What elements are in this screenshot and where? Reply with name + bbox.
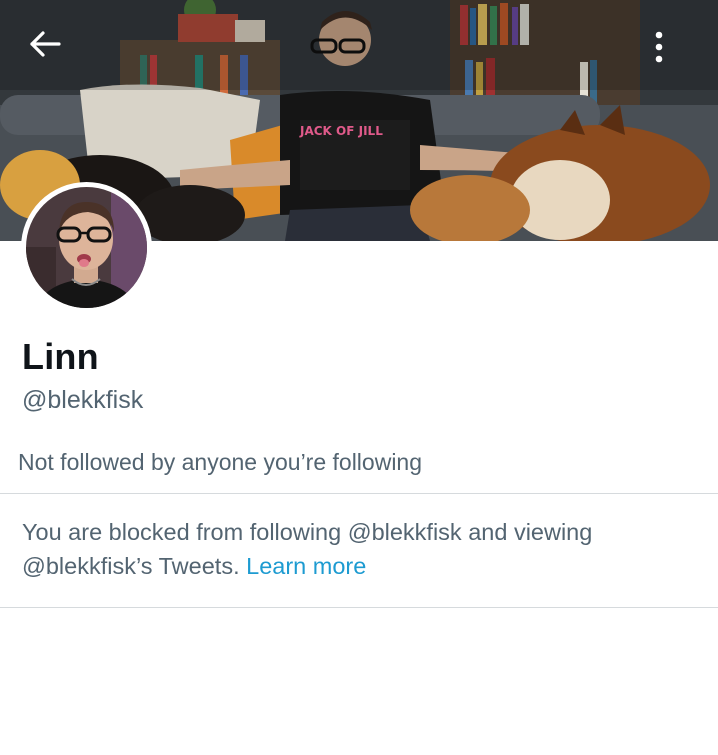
learn-more-link[interactable]: Learn more bbox=[246, 553, 366, 579]
more-vertical-icon bbox=[655, 31, 663, 63]
profile-handle: @blekkfisk bbox=[22, 386, 144, 414]
avatar-photo bbox=[26, 187, 147, 308]
back-button[interactable] bbox=[28, 30, 70, 72]
svg-text:JACK OF JILL: JACK OF JILL bbox=[299, 124, 383, 138]
divider bbox=[0, 607, 718, 608]
divider bbox=[0, 493, 718, 494]
arrow-left-icon bbox=[30, 31, 61, 57]
blocked-notice: You are blocked from following @blekkfis… bbox=[22, 515, 682, 583]
profile-avatar[interactable] bbox=[21, 182, 152, 313]
followers-you-know: Not followed by anyone you’re following bbox=[18, 449, 423, 475]
more-options-button[interactable] bbox=[654, 30, 696, 72]
profile-display-name: Linn bbox=[22, 336, 99, 377]
